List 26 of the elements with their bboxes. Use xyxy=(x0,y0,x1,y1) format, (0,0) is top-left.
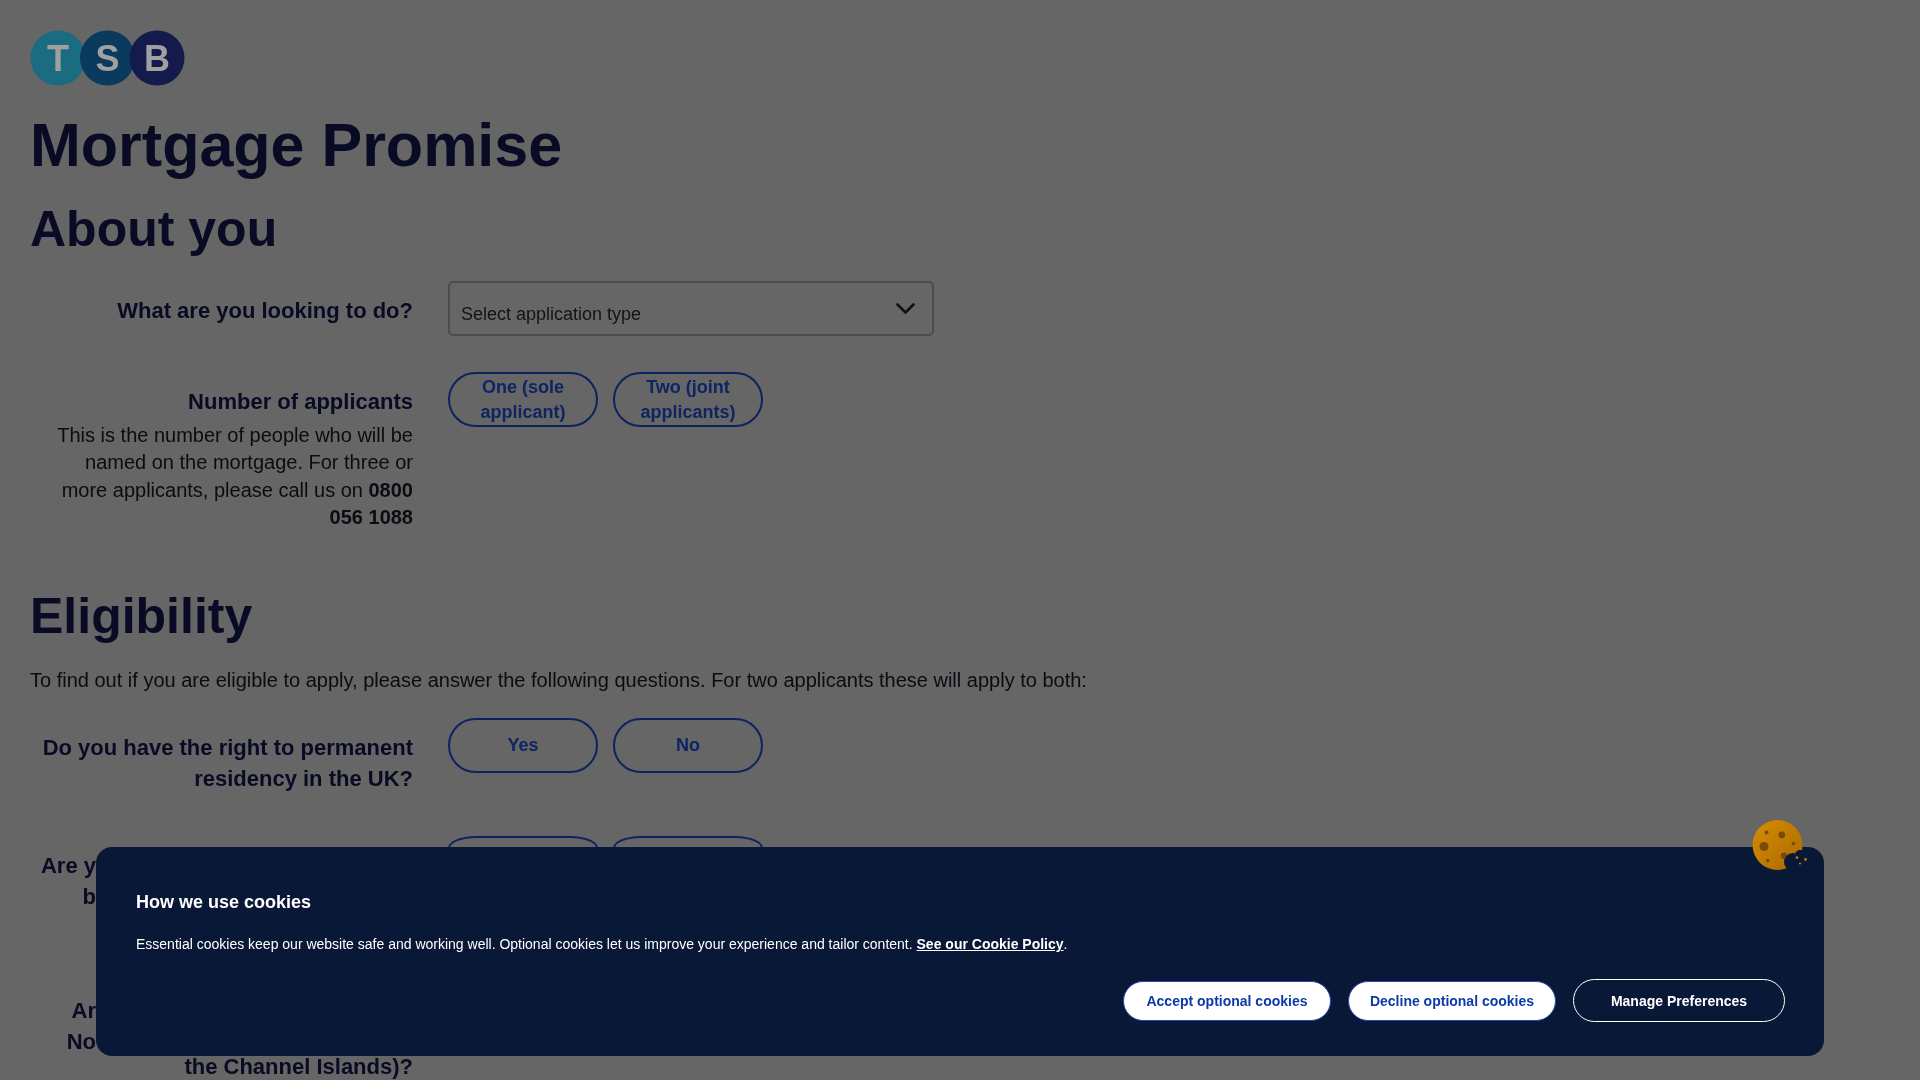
field-label: What are you looking to do? xyxy=(116,297,413,325)
question-label: the Channel Islands)? xyxy=(183,1057,413,1078)
question-label: Are y xyxy=(39,851,96,880)
section-heading: About you xyxy=(30,200,278,258)
section-heading: Eligibility xyxy=(30,587,253,646)
question-label: No xyxy=(65,1028,96,1057)
option-button[interactable]: One (sole applicant) xyxy=(448,372,598,427)
accept-cookies-button[interactable]: Accept optional cookies xyxy=(1123,980,1331,1021)
question-label: Ar xyxy=(70,997,96,1026)
cookie-banner-title: How we use cookies xyxy=(136,891,312,914)
field-label: Number of applicants xyxy=(187,388,413,416)
cookie-policy-link[interactable]: See our Cookie Policy xyxy=(916,936,1064,952)
intro-text: To find out if you are eligible to apply, please answer the following questions. For two applicants these will apply to both: xyxy=(30,668,1087,694)
cookie-notice-text: Essential cookies keep our website safe and working well. Optional cookies let us improve your experience and tailor content. See our Cookie Policy. xyxy=(136,935,1068,954)
chevron-down-icon xyxy=(896,302,915,315)
cookie-icon xyxy=(1752,820,1808,870)
page-title: Mortgage Promise xyxy=(30,110,563,180)
answer-button[interactable]: Yes xyxy=(448,718,598,774)
question-label: b xyxy=(81,882,96,911)
question-label: Do you have the right to permanent residency in the UK? xyxy=(41,734,413,794)
option-button[interactable]: Two (joint applicants) xyxy=(613,372,763,427)
help-text: This is the number of people who will be named on the mortgage. For three or more applicants, please call us on 0800 056 1088 xyxy=(56,423,413,530)
logo: T S B xyxy=(30,30,185,86)
application-type-select[interactable]: Select application type xyxy=(448,281,934,336)
answer-button[interactable]: No xyxy=(613,718,763,774)
decline-cookies-button[interactable]: Decline optional cookies xyxy=(1348,980,1556,1021)
